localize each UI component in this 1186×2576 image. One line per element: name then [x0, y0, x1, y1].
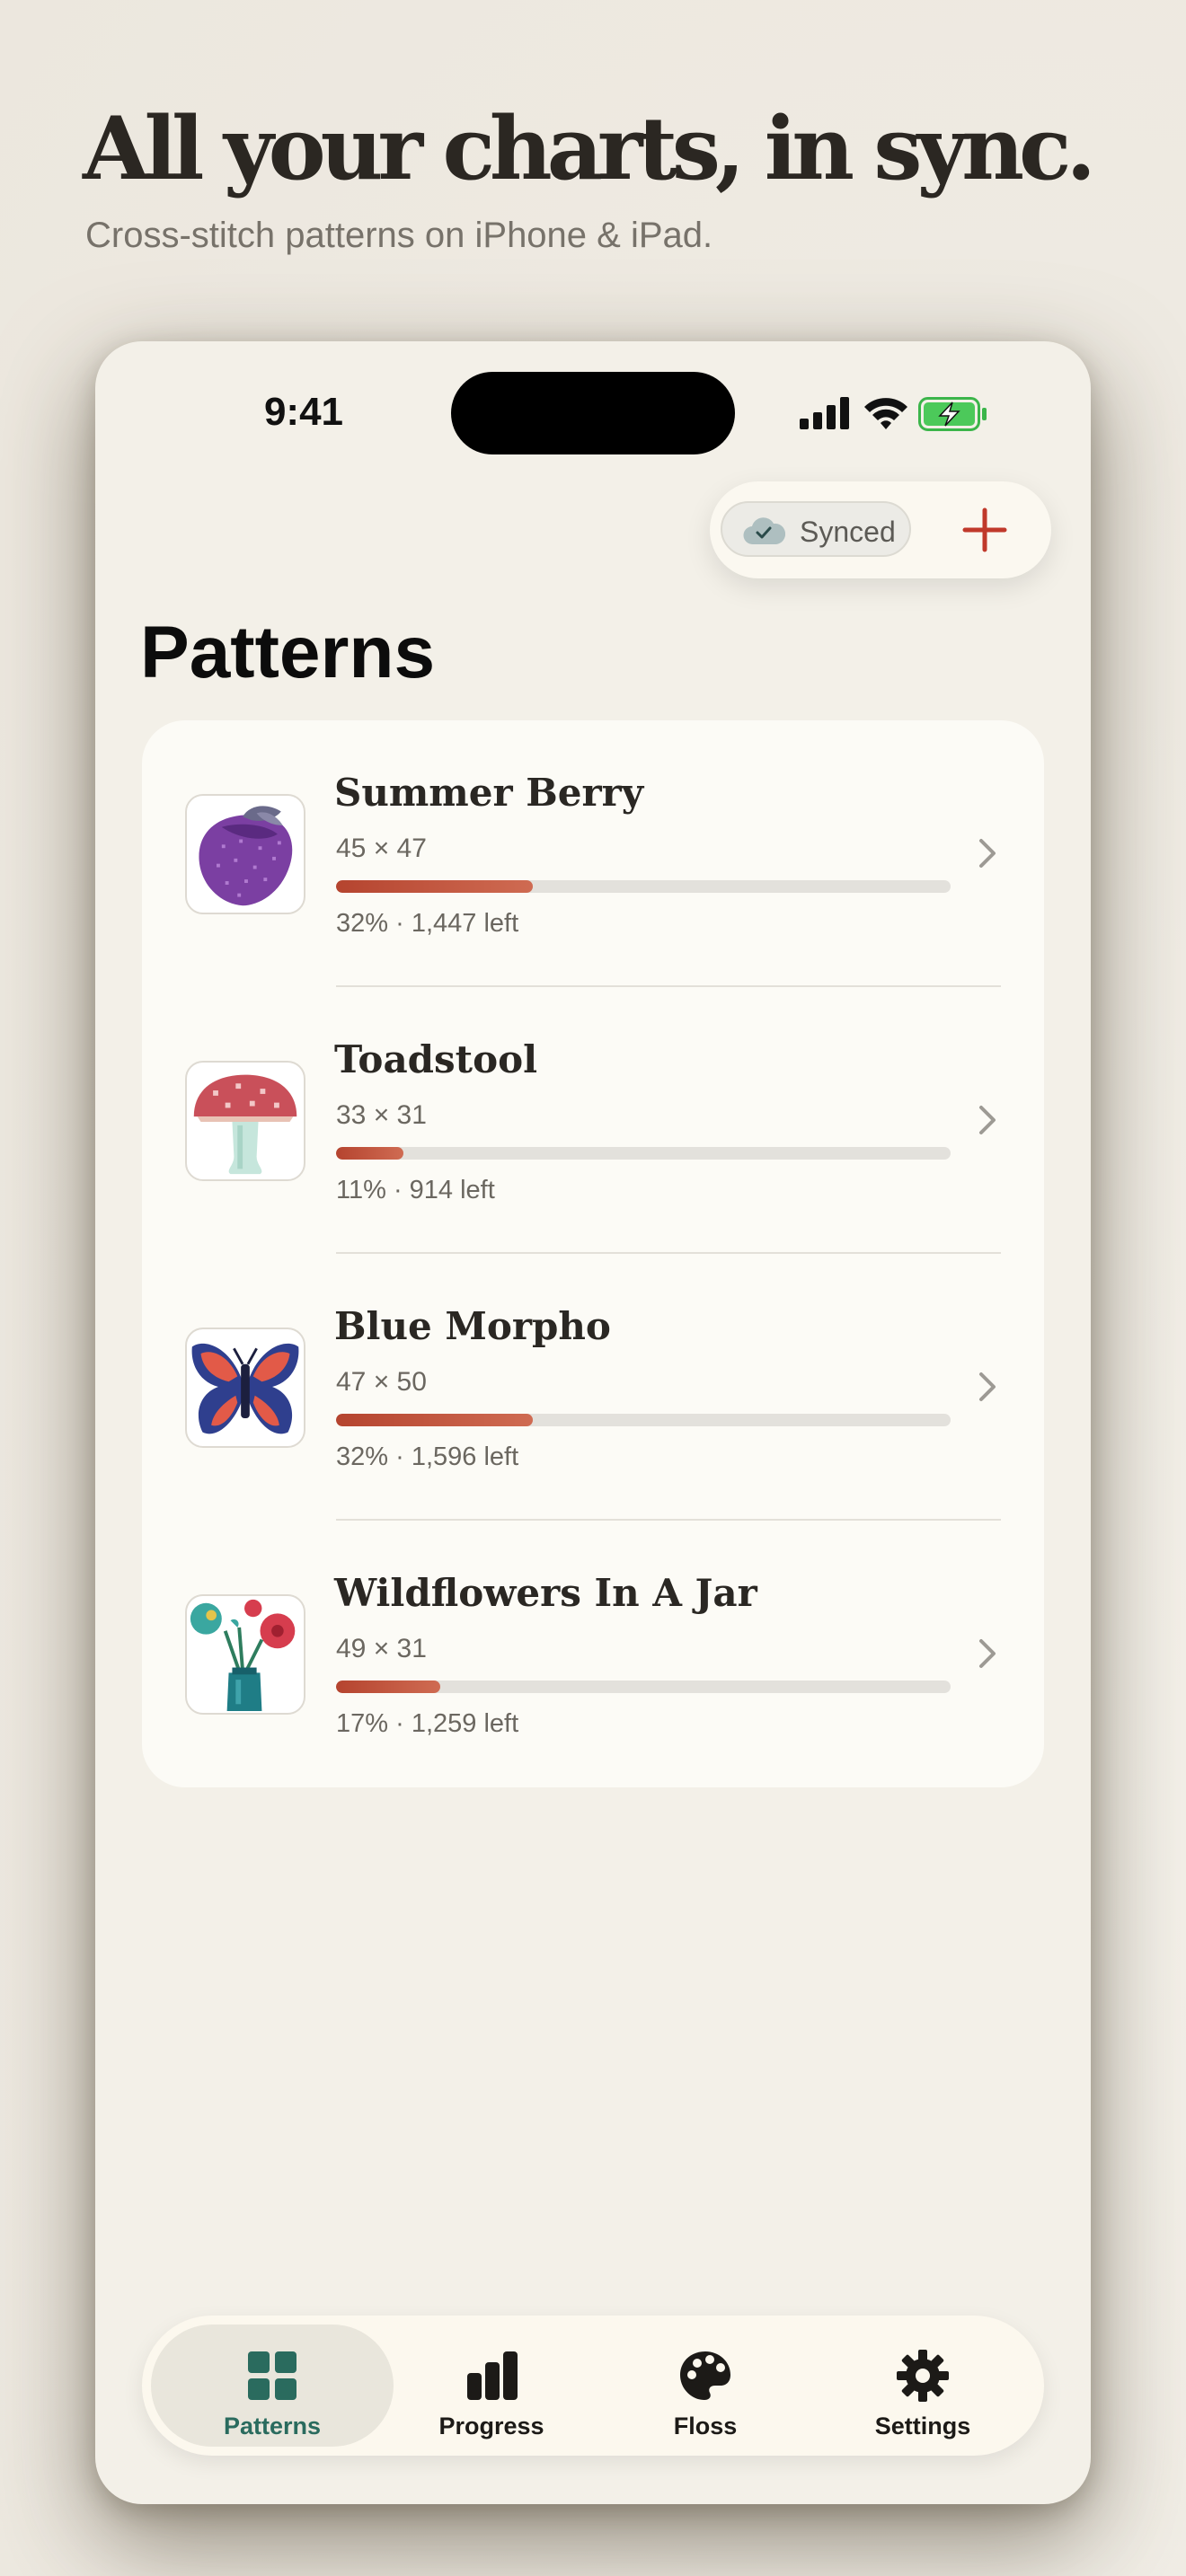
signal-icon: [800, 397, 849, 429]
tab-floss[interactable]: Floss: [584, 2325, 827, 2447]
progress-fill: [336, 1681, 441, 1693]
page-title: Patterns: [140, 612, 436, 693]
tab-label: Floss: [673, 2413, 738, 2439]
pattern-title: Wildflowers In A Jar: [334, 1571, 757, 1615]
phone-frame: 9:41 Synced Patterns Summer Berry 45 × 4…: [95, 341, 1091, 2504]
grid-icon: [248, 2351, 296, 2400]
chevron-right-icon: [979, 1639, 996, 1668]
progress-fill: [336, 880, 533, 893]
pattern-dimensions: 49 × 31: [336, 1634, 427, 1663]
pattern-row-summer-berry[interactable]: Summer Berry 45 × 47 32% · 1,447 left: [142, 720, 1044, 987]
tab-label: Progress: [438, 2413, 544, 2439]
progress-bar: [336, 1681, 951, 1693]
progress-bar: [336, 1147, 951, 1160]
battery-icon: [918, 397, 987, 431]
pattern-list: Summer Berry 45 × 47 32% · 1,447 left To…: [142, 720, 1044, 1787]
progress-fill: [336, 1414, 533, 1426]
pattern-row-toadstool[interactable]: Toadstool 33 × 31 11% · 914 left: [142, 987, 1044, 1254]
tab-label: Settings: [874, 2413, 971, 2439]
pattern-dimensions: 45 × 47: [336, 834, 427, 863]
pattern-row-wildflowers-in-a-jar[interactable]: Wildflowers In A Jar 49 × 31 17% · 1,259…: [142, 1521, 1044, 1787]
pattern-thumbnail: [185, 1594, 305, 1715]
chevron-right-icon: [979, 1372, 996, 1401]
progress-bar: [336, 1414, 951, 1426]
marketing-subhead: Cross-stitch patterns on iPhone & iPad.: [85, 216, 713, 255]
pattern-thumbnail: [185, 1061, 305, 1181]
tab-label: Patterns: [223, 2413, 322, 2439]
chevron-right-icon: [979, 839, 996, 868]
pattern-title: Blue Morpho: [334, 1304, 611, 1348]
toolbar: Synced: [710, 481, 1051, 578]
add-pattern-button[interactable]: [958, 503, 1012, 557]
tab-bar: Patterns Progress Floss Settings: [142, 2316, 1044, 2456]
pattern-progress-stats: 17% · 1,259 left: [336, 1709, 519, 1738]
pattern-title: Summer Berry: [334, 771, 644, 815]
sync-label: Synced: [800, 516, 896, 548]
marketing-headline: All your charts, in sync.: [83, 98, 1096, 199]
dynamic-island: [451, 372, 735, 454]
pattern-progress-stats: 11% · 914 left: [336, 1176, 495, 1204]
palette-icon: [680, 2351, 730, 2400]
pattern-thumbnail: [185, 1328, 305, 1448]
pattern-progress-stats: 32% · 1,447 left: [336, 909, 519, 938]
cloud-check-icon: [743, 517, 785, 545]
tab-patterns[interactable]: Patterns: [151, 2325, 394, 2447]
pattern-thumbnail: [185, 794, 305, 914]
bar-chart-icon: [467, 2351, 518, 2400]
pattern-title: Toadstool: [334, 1037, 538, 1081]
pattern-progress-stats: 32% · 1,596 left: [336, 1442, 519, 1471]
progress-bar: [336, 880, 951, 893]
gear-icon: [897, 2350, 949, 2402]
pattern-dimensions: 47 × 50: [336, 1367, 427, 1397]
sync-status-button[interactable]: Synced: [721, 501, 911, 557]
pattern-dimensions: 33 × 31: [336, 1100, 427, 1130]
tab-settings[interactable]: Settings: [801, 2325, 1044, 2447]
tab-progress[interactable]: Progress: [370, 2325, 613, 2447]
wifi-icon: [864, 398, 907, 429]
progress-fill: [336, 1147, 404, 1160]
chevron-right-icon: [979, 1106, 996, 1134]
pattern-row-blue-morpho[interactable]: Blue Morpho 47 × 50 32% · 1,596 left: [142, 1254, 1044, 1521]
status-time: 9:41: [263, 390, 344, 434]
